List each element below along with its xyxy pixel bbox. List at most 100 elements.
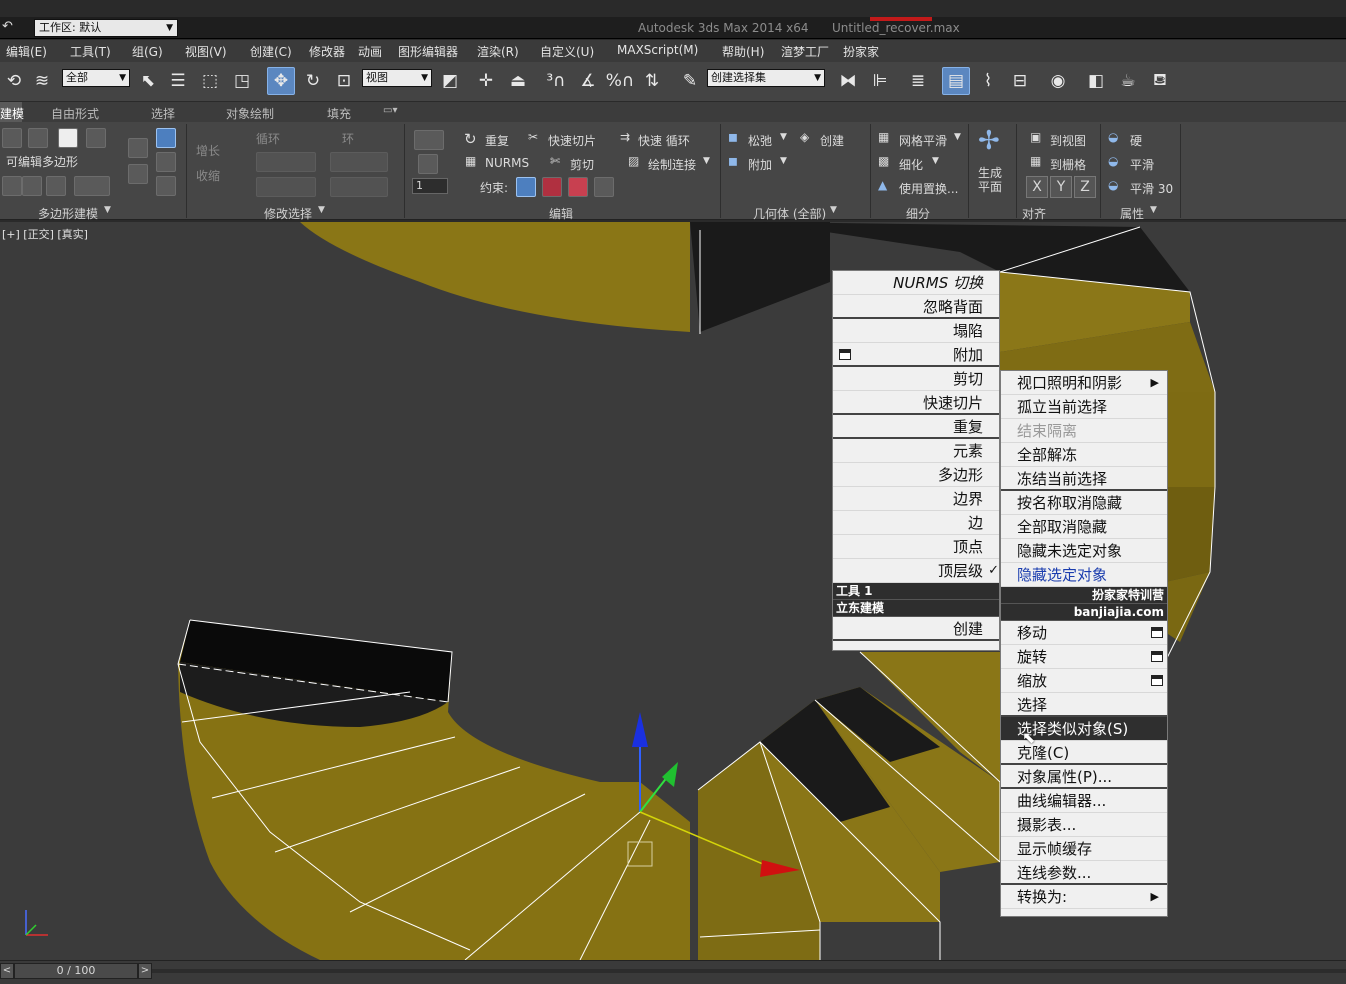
quickloop-button[interactable]: 快速 循环 (638, 132, 690, 149)
loop-label[interactable]: 循环 (256, 130, 280, 147)
window-crossing-icon[interactable]: ◳ (228, 67, 256, 95)
menu-item-wire-params[interactable]: 连线参数... (1001, 861, 1167, 885)
repeat-button[interactable]: 重复 (485, 132, 509, 149)
modify-icon-2[interactable] (156, 128, 176, 148)
pivot-icon[interactable]: ◩ (436, 67, 464, 95)
unlink-icon[interactable]: ≋ (28, 67, 56, 95)
percent-snap-icon[interactable]: %∩ (606, 67, 635, 95)
modify-icon-3[interactable] (128, 164, 148, 184)
menu-item-dope-sheet[interactable]: 摄影表... (1001, 813, 1167, 837)
loop-sub-icon[interactable] (256, 177, 316, 197)
menu-item-freeze-selection[interactable]: 冻结当前选择 (1001, 467, 1167, 491)
gizmo-y-arrow[interactable] (662, 762, 678, 787)
smooth30-button[interactable]: 平滑 30 (1130, 180, 1173, 197)
hard-button[interactable]: 硬 (1130, 132, 1142, 149)
graphite-toggle-icon[interactable]: ▤ (942, 67, 970, 95)
menu-item-element[interactable]: 元素 (833, 439, 999, 463)
constraint-face-icon[interactable] (568, 177, 588, 197)
tweak-icon[interactable] (418, 154, 438, 174)
menu-item-curve-editor[interactable]: 曲线编辑器... (1001, 789, 1167, 813)
poly-icon-4[interactable] (74, 176, 110, 196)
link-icon[interactable]: ⟲ (0, 67, 28, 95)
poly-icon-3[interactable] (46, 176, 66, 196)
menu-item-top-level[interactable]: 顶层级 ✓ (833, 559, 999, 583)
menu-banjiajia[interactable]: 扮家家 (843, 43, 879, 60)
cut-button[interactable]: 剪切 (570, 156, 594, 173)
menu-item-border[interactable]: 边界 (833, 487, 999, 511)
group-edit[interactable]: 编辑 (549, 205, 573, 221)
align-y-button[interactable]: Y (1050, 176, 1072, 198)
settings-box-icon[interactable] (1151, 675, 1163, 686)
keyboard-shortcut-icon[interactable]: ⏏ (504, 67, 532, 95)
menu-views[interactable]: 视图(V) (185, 43, 227, 60)
layer-manager-icon[interactable]: ≣ (904, 67, 932, 95)
spinner-field[interactable]: 1 (412, 178, 448, 194)
constraint-none-icon[interactable] (516, 177, 536, 197)
menu-item-edge[interactable]: 边 (833, 511, 999, 535)
select-manipulate-icon[interactable]: ✛ (472, 67, 500, 95)
loop-add-icon[interactable] (256, 152, 316, 172)
time-track[interactable] (152, 969, 1346, 973)
select-object-icon[interactable]: ⬉ (134, 67, 162, 95)
viewport-label[interactable]: [+] [正交] [真实] (2, 226, 88, 242)
menu-item-collapse[interactable]: 塌陷 (833, 319, 999, 343)
modify-icon-5[interactable] (156, 176, 176, 196)
menu-item-object-properties[interactable]: 对象属性(P)... (1001, 765, 1167, 789)
menu-item-rotate[interactable]: 旋转 (1001, 645, 1167, 669)
element-mode-icon[interactable] (86, 128, 106, 148)
selection-filter-dropdown[interactable]: 全部 ▼ (62, 69, 130, 87)
menu-item-viewport-lighting[interactable]: 视口照明和阴影 ▶ (1001, 371, 1167, 395)
menu-item-convert-to[interactable]: 转换为: ▶ (1001, 885, 1167, 909)
menu-item-end-isolate[interactable]: 结束隔离 (1001, 419, 1167, 443)
rect-region-icon[interactable]: ⬚ (196, 67, 224, 95)
group-subdivision[interactable]: 细分 (906, 205, 930, 221)
group-poly-modeling[interactable]: 多边形建模 (38, 205, 98, 221)
menu-item-hide-unselected[interactable]: 隐藏未选定对象 (1001, 539, 1167, 563)
shrink-label[interactable]: 收缩 (196, 167, 220, 184)
gizmo-z-arrow[interactable] (632, 712, 648, 747)
menu-item-select[interactable]: 选择 (1001, 693, 1167, 717)
menu-tools[interactable]: 工具(T) (70, 43, 111, 60)
menu-item-cut[interactable]: 剪切 (833, 367, 999, 391)
menu-help[interactable]: 帮助(H) (722, 43, 764, 60)
angle-snap-icon[interactable]: ∡ (574, 67, 602, 95)
menu-item-unfreeze-all[interactable]: 全部解冻 (1001, 443, 1167, 467)
spinner-snap-icon[interactable]: ⇅ (638, 67, 666, 95)
poly-icon-2[interactable] (22, 176, 42, 196)
group-align[interactable]: 对齐 (1022, 205, 1046, 221)
ribbon-options-icon[interactable]: ▭▾ (383, 105, 397, 116)
menu-item-create[interactable]: 创建 (833, 617, 999, 641)
settings-box-icon[interactable] (1151, 627, 1163, 638)
menu-create[interactable]: 创建(C) (250, 43, 292, 60)
named-selection-dropdown[interactable]: 创建选择集 ▼ (707, 69, 825, 87)
menu-item-unhide-all[interactable]: 全部取消隐藏 (1001, 515, 1167, 539)
menu-edit[interactable]: 编辑(E) (6, 43, 47, 60)
ring-label[interactable]: 环 (342, 130, 354, 147)
time-slider-thumb[interactable]: 0 / 100 (14, 963, 138, 979)
edit-spline-icon[interactable] (28, 128, 48, 148)
constraint-edge-icon[interactable] (542, 177, 562, 197)
menu-item-unhide-by-name[interactable]: 按名称取消隐藏 (1001, 491, 1167, 515)
attach-button[interactable]: 附加 (748, 156, 772, 173)
menu-item-frame-buffer[interactable]: 显示帧缓存 (1001, 837, 1167, 861)
paintconnect-button[interactable]: 绘制连接 (648, 156, 696, 173)
menu-maxscript[interactable]: MAXScript(M) (617, 43, 698, 57)
menu-item-isolate[interactable]: 孤立当前选择 (1001, 395, 1167, 419)
ring-add-icon[interactable] (330, 152, 388, 172)
mirror-icon[interactable]: ⧓ (834, 67, 862, 95)
tab-modeling[interactable]: 建模 (0, 102, 24, 122)
menu-item-ignore-backfacing[interactable]: 忽略背面 (833, 295, 999, 319)
menu-item-quickslice[interactable]: 快速切片 (833, 391, 999, 415)
group-geometry[interactable]: 几何体 (全部) (753, 205, 826, 221)
tab-object-paint[interactable]: 对象绘制 (226, 105, 274, 122)
edit-poly-icon[interactable] (2, 128, 22, 148)
menu-customize[interactable]: 自定义(U) (540, 43, 594, 60)
nurms-button[interactable]: NURMS (485, 156, 529, 170)
menu-item-scale[interactable]: 缩放 (1001, 669, 1167, 693)
menu-animation[interactable]: 动画 (358, 43, 382, 60)
settings-box-icon[interactable] (839, 349, 851, 360)
select-by-name-icon[interactable]: ☰ (164, 67, 192, 95)
menu-render-factory[interactable]: 渲梦工厂 (781, 43, 829, 60)
settings-box-icon[interactable] (1151, 651, 1163, 662)
tab-populate[interactable]: 填充 (327, 105, 351, 122)
